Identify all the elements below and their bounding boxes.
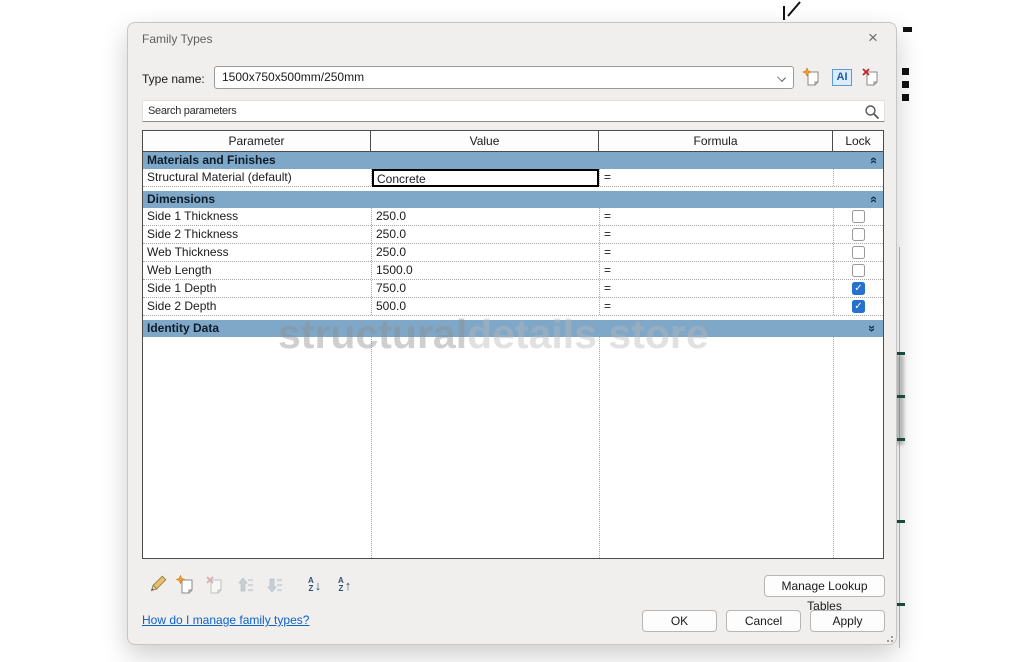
background-sketch-marks [783,1,801,20]
column-header-parameter: Parameter [143,131,371,151]
family-types-dialog: Family Types × Type name: 1500x750x500mm… [127,22,897,645]
formula-cell[interactable]: = [599,262,833,279]
sort-ascending-icon[interactable]: A Z ↓ [308,574,330,596]
lock-checkbox[interactable] [852,264,865,277]
lock-checkbox[interactable] [852,228,865,241]
sort-descending-icon[interactable]: A Z ↑ [338,574,360,596]
ok-button[interactable]: OK [642,610,717,632]
rename-type-icon[interactable]: AI [832,69,852,86]
table-empty-area [143,337,883,558]
table-row: Side 1 Depth 750.0 = [143,280,883,298]
type-name-value: 1500x750x500mm/250mm [222,70,365,84]
table-row: Side 2 Thickness 250.0 = [143,226,883,244]
move-up-icon[interactable] [233,574,255,596]
cancel-button[interactable]: Cancel [726,610,801,632]
group-header-dimensions[interactable]: Dimensions » [143,191,883,208]
parameter-name: Structural Material (default) [147,170,292,184]
delete-type-icon[interactable] [861,67,881,89]
resize-grip[interactable] [883,632,893,642]
table-row: Web Length 1500.0 = [143,262,883,280]
table-row: Side 2 Depth 500.0 = [143,298,883,316]
formula-cell[interactable]: = [599,280,833,297]
lock-checkbox[interactable] [852,246,865,259]
move-down-icon[interactable] [262,574,284,596]
column-header-value: Value [371,131,599,151]
background-grid-line [899,247,900,648]
parameter-name: Side 1 Thickness [147,209,239,223]
value-cell[interactable]: 250.0 [371,226,599,243]
close-icon[interactable]: × [862,27,884,49]
formula-cell[interactable]: = [599,226,833,243]
table-row: Side 1 Thickness 250.0 = [143,208,883,226]
table-row: Structural Material (default) = Concrete [143,169,883,187]
column-header-lock: Lock [833,131,883,151]
parameter-name: Web Length [147,263,212,277]
help-link[interactable]: How do I manage family types? [142,613,309,627]
value-cell[interactable]: 1500.0 [371,262,599,279]
parameter-name: Side 2 Depth [147,299,217,313]
background-square-mark [902,94,909,101]
parameters-table: Parameter Value Formula Lock Materials a… [142,130,884,559]
new-parameter-icon[interactable] [175,574,197,596]
background-square-mark [902,81,909,88]
background-square-mark [902,68,909,75]
value-cell[interactable]: 250.0 [371,244,599,261]
new-type-icon[interactable] [802,67,822,89]
column-header-formula: Formula [599,131,833,151]
lock-checkbox[interactable] [852,300,865,313]
search-icon[interactable] [864,104,880,120]
parameter-name: Side 1 Depth [147,281,217,295]
parameter-name: Web Thickness [147,245,229,259]
formula-cell[interactable]: = [599,208,833,225]
background-dash-mark [903,27,912,32]
manage-lookup-tables-button[interactable]: Manage Lookup Tables [764,575,885,613]
chevron-down-icon[interactable] [777,73,786,82]
search-input[interactable]: Search parameters [142,100,885,122]
apply-button[interactable]: Apply [810,610,885,632]
group-header-materials[interactable]: Materials and Finishes » [143,152,883,169]
formula-cell[interactable]: = [599,169,833,186]
collapse-group-icon[interactable]: » [865,157,880,164]
lock-checkbox[interactable] [852,210,865,223]
edit-parameter-icon[interactable] [146,574,168,596]
expand-group-icon[interactable]: » [865,325,880,332]
lock-checkbox[interactable] [852,282,865,295]
formula-cell[interactable]: = [599,298,833,315]
value-cell-selected[interactable]: Concrete [372,169,599,187]
delete-parameter-icon[interactable] [204,574,226,596]
collapse-group-icon[interactable]: » [865,196,880,203]
value-cell[interactable]: 750.0 [371,280,599,297]
value-cell[interactable]: 500.0 [371,298,599,315]
group-header-identity-data[interactable]: Identity Data » [143,320,883,337]
screen: Family Types × Type name: 1500x750x500mm… [0,0,1024,662]
search-placeholder: Search parameters [148,105,237,117]
type-name-label: Type name: [142,72,205,86]
dialog-title: Family Types [142,32,213,46]
table-header-row: Parameter Value Formula Lock [143,131,883,152]
formula-cell[interactable]: = [599,244,833,261]
value-cell[interactable]: 250.0 [371,208,599,225]
type-name-combobox[interactable]: 1500x750x500mm/250mm [214,66,794,89]
parameter-name: Side 2 Thickness [147,227,239,241]
table-row: Web Thickness 250.0 = [143,244,883,262]
